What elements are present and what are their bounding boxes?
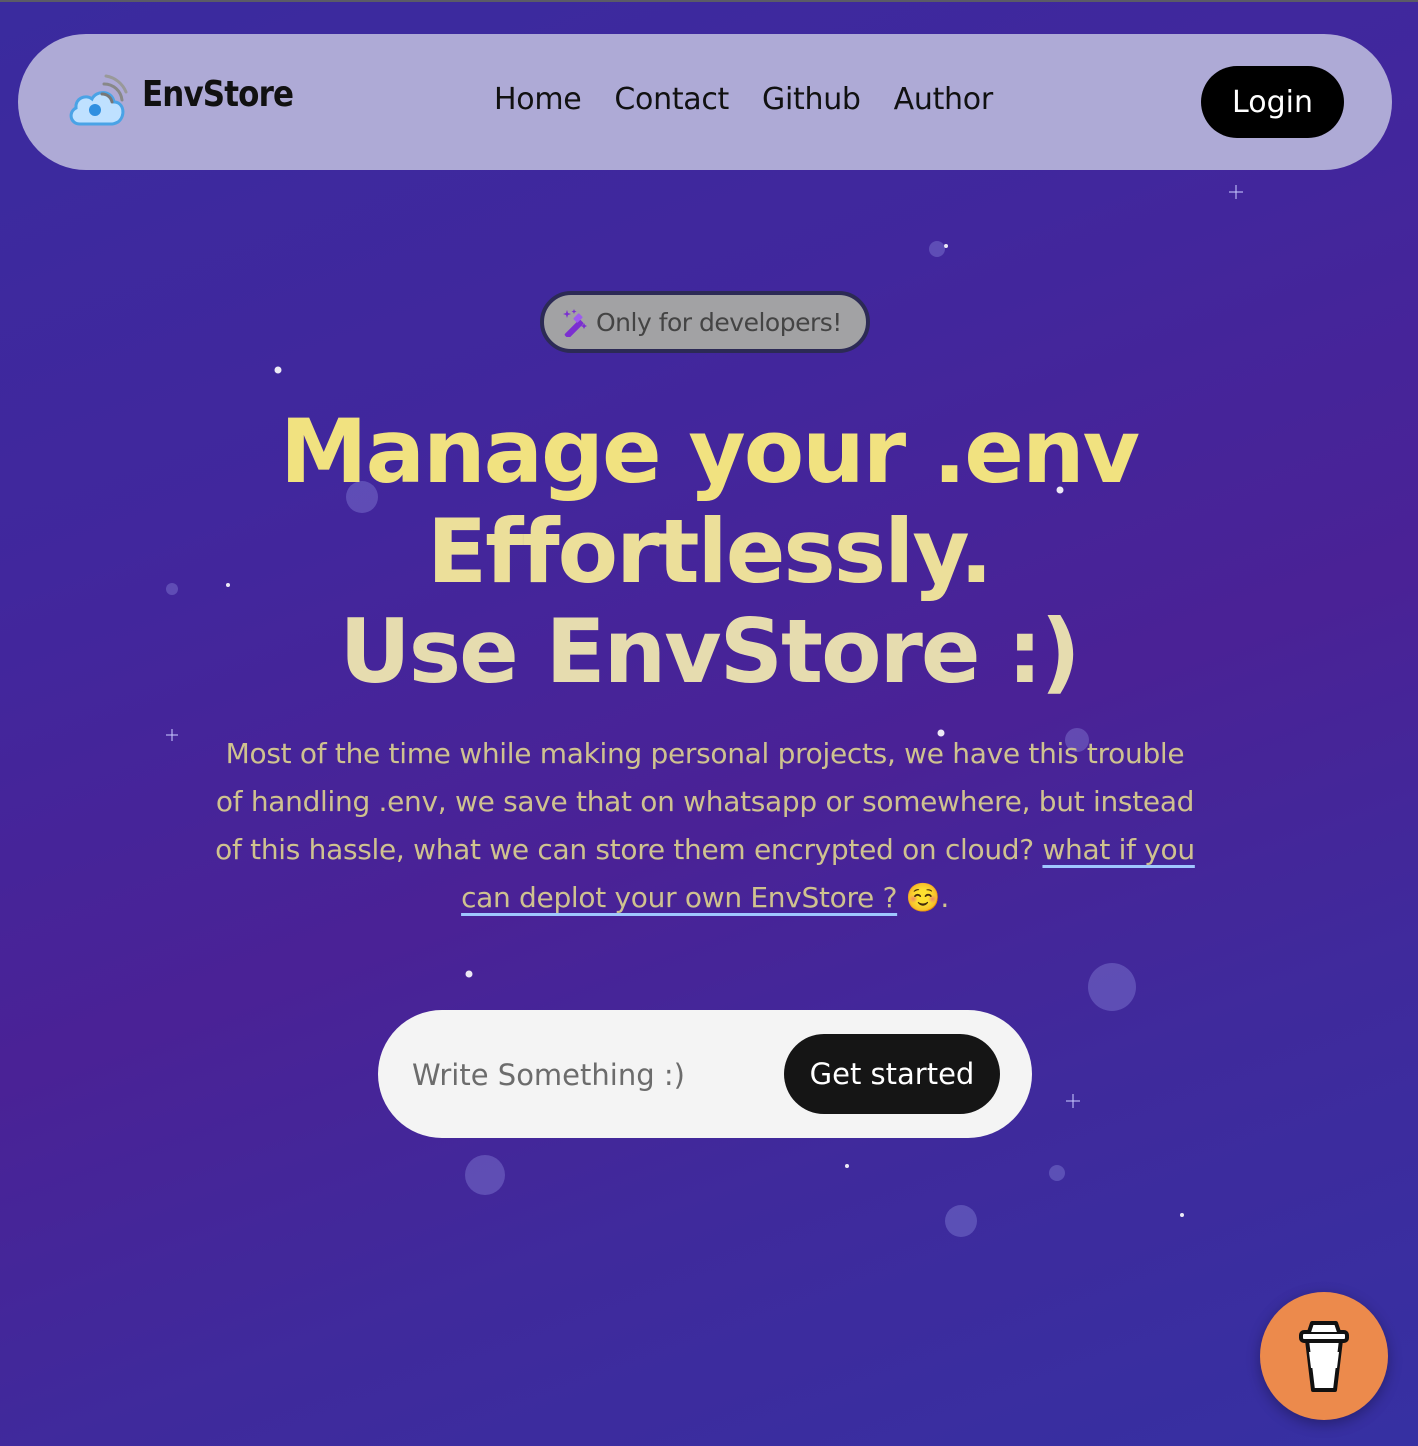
nav-links: Home Contact Github Author <box>494 82 993 117</box>
get-started-button[interactable]: Get started <box>784 1034 1000 1114</box>
headline-line-3: Use EnvStore :) <box>339 600 1080 703</box>
write-something-input[interactable] <box>410 1050 774 1100</box>
nav-link-home[interactable]: Home <box>494 82 582 117</box>
magic-wand-icon <box>563 309 587 337</box>
headline-line-2: Effortlessly. <box>426 500 993 603</box>
buy-me-a-coffee-button[interactable] <box>1260 1292 1388 1420</box>
get-started-form: Get started <box>378 1010 1032 1138</box>
badge-text: Only for developers! <box>596 307 842 337</box>
window-top-border <box>0 0 1418 2</box>
developer-badge: Only for developers! <box>540 291 870 353</box>
hero-headline: Manage your .env Effortlessly. Use EnvSt… <box>0 402 1418 702</box>
coffee-cup-icon <box>1299 1321 1349 1392</box>
login-button[interactable]: Login <box>1201 66 1344 138</box>
hero-description: Most of the time while making personal p… <box>210 730 1200 922</box>
background-particles <box>166 185 1243 1237</box>
smiling-emoji-icon: ☺️ <box>905 881 941 914</box>
brand-name[interactable]: EnvStore <box>142 74 294 115</box>
nav-link-author[interactable]: Author <box>894 82 994 117</box>
nav-link-contact[interactable]: Contact <box>614 82 729 117</box>
cloud-logo-icon[interactable] <box>66 72 128 130</box>
navbar: EnvStore Home Contact Github Author Logi… <box>18 34 1392 170</box>
description-end: . <box>940 881 949 914</box>
headline-line-1: Manage your .env <box>280 400 1140 503</box>
nav-link-github[interactable]: Github <box>762 82 861 117</box>
